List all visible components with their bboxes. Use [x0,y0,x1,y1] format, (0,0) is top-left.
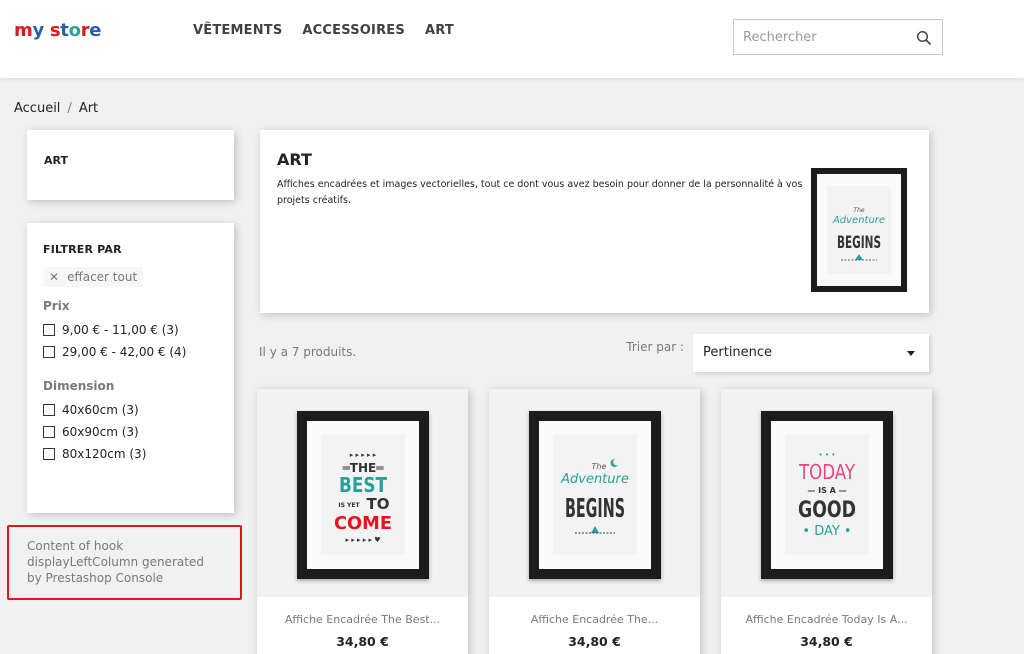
facet-option-label: 9,00 € - 11,00 € (3) [62,323,179,337]
breadcrumb: Accueil / Art [14,101,98,116]
category-header: ART Affiches encadrées et images vectori… [260,130,929,313]
breadcrumb-separator: / [67,101,72,116]
sort-by-value: Pertinence [703,345,773,360]
main-nav: VÊTEMENTS ACCESSOIRES ART [193,23,454,38]
clear-all-filters-button[interactable]: ✕ effacer tout [43,267,144,287]
svg-text:The: The [853,207,864,214]
product-card[interactable]: • • • TODAY — IS A — GOOD • DAY • Affich… [721,389,932,654]
facet-option-label: 40x60cm (3) [62,403,139,417]
hook-display-left-column: Content of hook displayLeftColumn genera… [7,525,242,600]
facet-option-dimension-1[interactable]: 40x60cm (3) [43,403,218,417]
logo-letter: e [89,20,102,41]
product-price: 34,80 € [800,634,853,649]
logo-letter: s [49,20,61,41]
svg-text:Adventure: Adventure [560,472,629,487]
svg-text:Adventure: Adventure [832,215,885,226]
checkbox[interactable] [43,448,55,460]
facet-title-dimension: Dimension [43,379,115,393]
product-thumbnail[interactable]: ▸ ▸ ▸ ▸ ▸ ═THE═ BEST IS YET TO COME ▸ ▸ … [257,389,468,597]
clear-all-label: effacer tout [67,270,138,284]
facet-option-dimension-3[interactable]: 80x120cm (3) [43,447,218,461]
sort-by-label: Trier par : [626,340,684,354]
product-thumbnail[interactable]: • • • TODAY — IS A — GOOD • DAY • [721,389,932,597]
svg-text:The: The [592,462,607,471]
facet-option-dimension-2[interactable]: 60x90cm (3) [43,425,218,439]
poster-art-adventure: The Adventure BEGINS [553,435,637,555]
svg-text:▸ ▸ ▸ ▸ ▸: ▸ ▸ ▸ ▸ ▸ [350,451,377,459]
product-thumbnail[interactable]: The Adventure BEGINS [489,389,700,597]
product-card[interactable]: The Adventure BEGINS Affiche Encadrée Th… [489,389,700,654]
facets-filter-block: FILTRER PAR ✕ effacer tout Prix 9,00 € -… [27,223,234,513]
frame-image: • • • TODAY — IS A — GOOD • DAY • [761,411,893,579]
svg-text:▸ ▸ ▸ ▸ ▸ ♥: ▸ ▸ ▸ ▸ ▸ ♥ [346,536,381,544]
product-card[interactable]: ▸ ▸ ▸ ▸ ▸ ═THE═ BEST IS YET TO COME ▸ ▸ … [257,389,468,654]
product-price: 34,80 € [336,634,389,649]
breadcrumb-current: Art [78,101,99,116]
logo-letter: y [32,20,44,41]
svg-text:• • •: • • • [819,451,836,459]
nav-link-accessoires[interactable]: ACCESSOIRES [302,23,405,38]
facet-option-price-1[interactable]: 9,00 € - 11,00 € (3) [43,323,218,337]
product-name[interactable]: Affiche Encadrée The... [489,613,700,626]
product-name[interactable]: Affiche Encadrée Today Is A... [721,613,932,626]
poster-art-today: • • • TODAY — IS A — GOOD • DAY • [785,435,869,555]
frame-image: ▸ ▸ ▸ ▸ ▸ ═THE═ BEST IS YET TO COME ▸ ▸ … [297,411,429,579]
store-logo[interactable]: my store [14,20,101,41]
svg-text:— IS A —: — IS A — [807,486,846,495]
logo-letter: o [68,20,81,41]
product-name[interactable]: Affiche Encadrée The Best... [257,613,468,626]
logo-letter: r [80,20,90,41]
checkbox[interactable] [43,426,55,438]
checkbox[interactable] [43,346,55,358]
products-count: Il y a 7 produits. [259,345,357,359]
checkbox[interactable] [43,404,55,416]
search-icon[interactable] [916,30,932,46]
facet-option-label: 29,00 € - 42,00 € (4) [62,345,187,359]
svg-text:TODAY: TODAY [798,460,855,484]
svg-text:IS YET: IS YET [338,502,360,509]
category-tree-title[interactable]: ART [44,154,68,167]
svg-text:BEGINS: BEGINS [565,494,625,524]
category-title: ART [277,150,312,169]
search-input[interactable] [734,20,904,54]
nav-link-art[interactable]: ART [425,23,454,38]
search-box [733,19,943,55]
svg-text:GOOD: GOOD [798,498,856,523]
frame-image: The Adventure BEGINS [529,411,661,579]
poster-art-the-best: ▸ ▸ ▸ ▸ ▸ ═THE═ BEST IS YET TO COME ▸ ▸ … [321,435,405,555]
category-description: Affiches encadrées et images vectorielle… [277,179,803,206]
svg-text:BEST: BEST [339,473,387,497]
svg-text:TO: TO [367,495,390,513]
facet-option-label: 60x90cm (3) [62,425,139,439]
product-price: 34,80 € [568,634,621,649]
facet-option-label: 80x120cm (3) [62,447,147,461]
svg-text:BEGINS: BEGINS [837,233,881,253]
hook-text: Content of hook displayLeftColumn genera… [27,539,204,585]
logo-letter: m [14,20,33,41]
category-cover-image: The Adventure BEGINS [811,168,907,292]
breadcrumb-home-link[interactable]: Accueil [14,101,60,116]
site-header: my store VÊTEMENTS ACCESSOIRES ART [0,0,1024,78]
sort-by-select[interactable]: Pertinence [693,334,929,372]
logo-letter: t [60,20,69,41]
facet-title-price: Prix [43,299,70,313]
chevron-down-icon [907,351,915,356]
svg-text:• DAY •: • DAY • [802,524,851,539]
close-icon: ✕ [49,270,60,284]
checkbox[interactable] [43,324,55,336]
svg-text:COME: COME [334,513,392,534]
filter-title: FILTRER PAR [43,243,122,256]
category-tree-block: ART [27,130,234,200]
facet-option-price-2[interactable]: 29,00 € - 42,00 € (4) [43,345,218,359]
nav-link-vetements[interactable]: VÊTEMENTS [193,23,282,38]
